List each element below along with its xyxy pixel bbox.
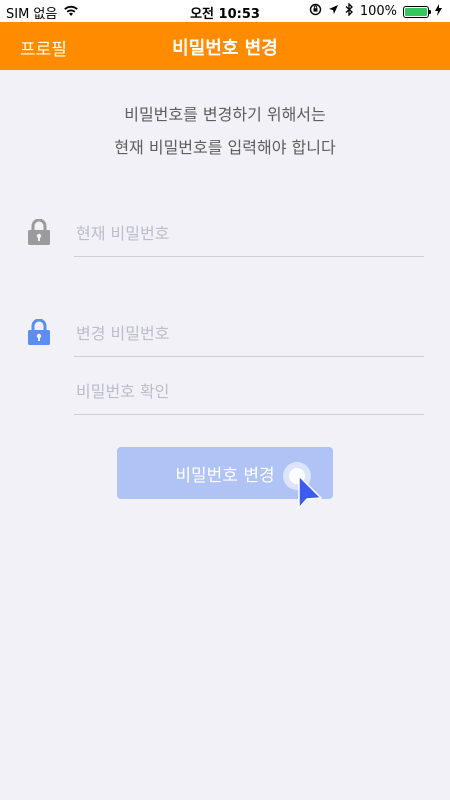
new-password-field[interactable] (74, 308, 428, 358)
intro-text: 비밀번호를 변경하기 위해서는 현재 비밀번호를 입력해야 합니다 (0, 98, 450, 164)
orientation-lock-icon (309, 3, 322, 20)
change-password-button[interactable]: 비밀번호 변경 (117, 447, 333, 499)
confirm-password-field[interactable] (74, 366, 428, 416)
current-password-input[interactable] (74, 208, 428, 258)
intro-line-1: 비밀번호를 변경하기 위해서는 (124, 105, 326, 124)
change-password-label: 비밀번호 변경 (175, 465, 275, 486)
new-password-input[interactable] (74, 308, 428, 358)
status-bar: SIM 없음 오전 10:53 100% (0, 0, 450, 22)
lock-open-icon (27, 318, 51, 345)
current-password-field[interactable] (74, 208, 428, 258)
lock-icon (27, 218, 51, 245)
battery-percent: 100% (359, 4, 397, 19)
page-title: 비밀번호 변경 (172, 38, 278, 59)
battery-icon (403, 5, 431, 18)
nav-bar: 프로필 비밀번호 변경 (0, 22, 450, 70)
location-arrow-icon (328, 4, 339, 19)
intro-line-2: 현재 비밀번호를 입력해야 합니다 (114, 138, 336, 157)
confirm-password-input[interactable] (74, 366, 428, 416)
charging-icon (435, 3, 442, 20)
bluetooth-icon (345, 2, 354, 20)
